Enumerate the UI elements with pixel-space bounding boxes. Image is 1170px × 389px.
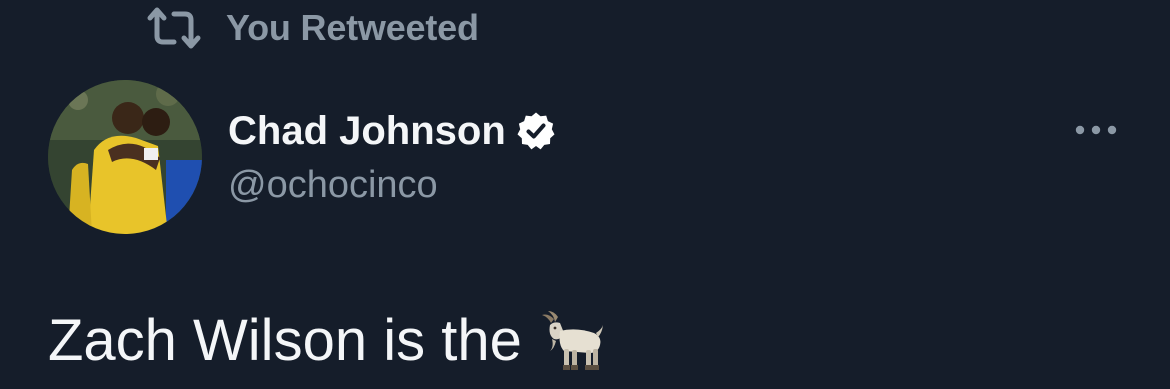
goat-icon	[541, 311, 603, 370]
retweet-icon	[147, 7, 201, 49]
verified-badge-icon	[517, 112, 555, 150]
tweet-body: Zach Wilson is the	[48, 306, 604, 376]
author-name-row: Chad Johnson	[228, 106, 556, 156]
more-options-icon	[1075, 125, 1117, 135]
author-name[interactable]: Chad Johnson	[228, 109, 506, 154]
retweet-context: You Retweeted	[146, 6, 479, 50]
retweet-label: You Retweeted	[226, 7, 479, 48]
author-block: Chad Johnson @ochocinco	[228, 106, 556, 207]
more-options-button[interactable]	[1066, 114, 1126, 146]
author-handle[interactable]: @ochocinco	[228, 164, 556, 207]
tweet-text: Zach Wilson is the	[48, 308, 522, 373]
avatar[interactable]	[48, 80, 202, 234]
